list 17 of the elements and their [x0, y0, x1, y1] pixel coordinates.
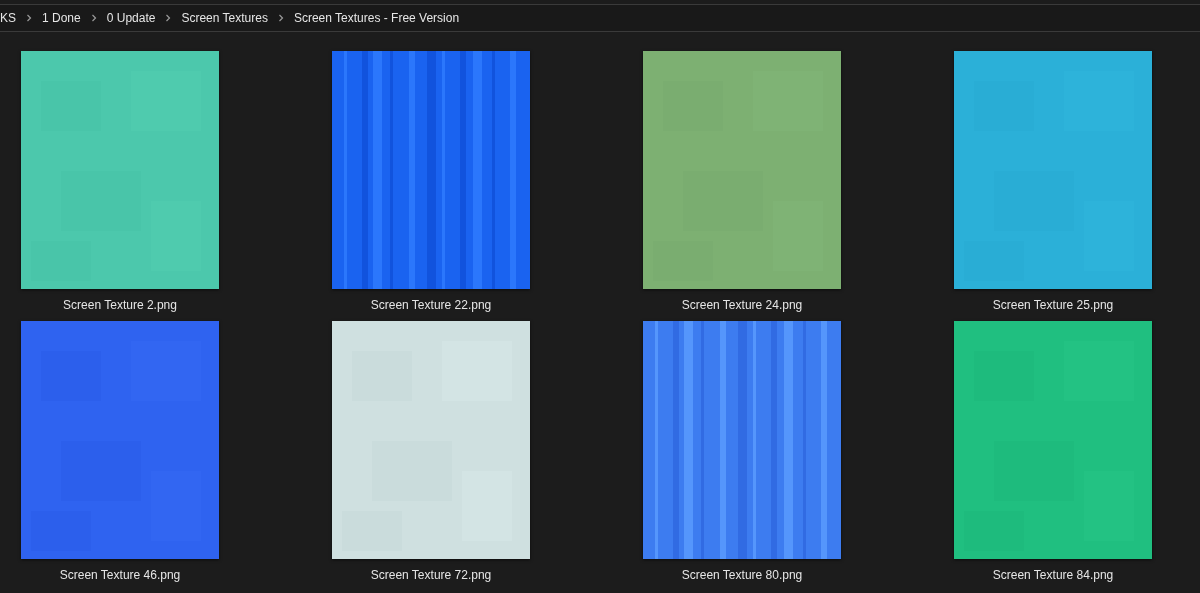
breadcrumb-item[interactable]: Screen Textures	[178, 11, 271, 25]
file-name[interactable]: Screen Texture 25.png	[992, 298, 1114, 313]
breadcrumb-item[interactable]: 0 Update	[103, 11, 159, 25]
file-name[interactable]: Screen Texture 46.png	[59, 568, 181, 583]
file-name[interactable]: Screen Texture 22.png	[370, 298, 492, 313]
breadcrumb-item[interactable]: Screen Textures - Free Version	[290, 11, 463, 25]
file-name[interactable]: Screen Texture 84.png	[992, 568, 1114, 583]
file-name[interactable]: Screen Texture 2.png	[63, 298, 177, 313]
chevron-icon[interactable]	[25, 14, 33, 22]
chevron-icon[interactable]	[276, 14, 285, 22]
file-name[interactable]: Screen Texture 72.png	[370, 568, 492, 583]
file-name[interactable]: Screen Texture 80.png	[681, 568, 803, 583]
chevron-icon[interactable]	[89, 14, 98, 22]
chevron-icon[interactable]	[164, 14, 173, 22]
breadcrumb-item[interactable]: 1 Done	[39, 11, 84, 25]
file-name[interactable]: Screen Texture 24.png	[681, 298, 803, 313]
breadcrumb-item[interactable]: KS	[0, 11, 19, 25]
